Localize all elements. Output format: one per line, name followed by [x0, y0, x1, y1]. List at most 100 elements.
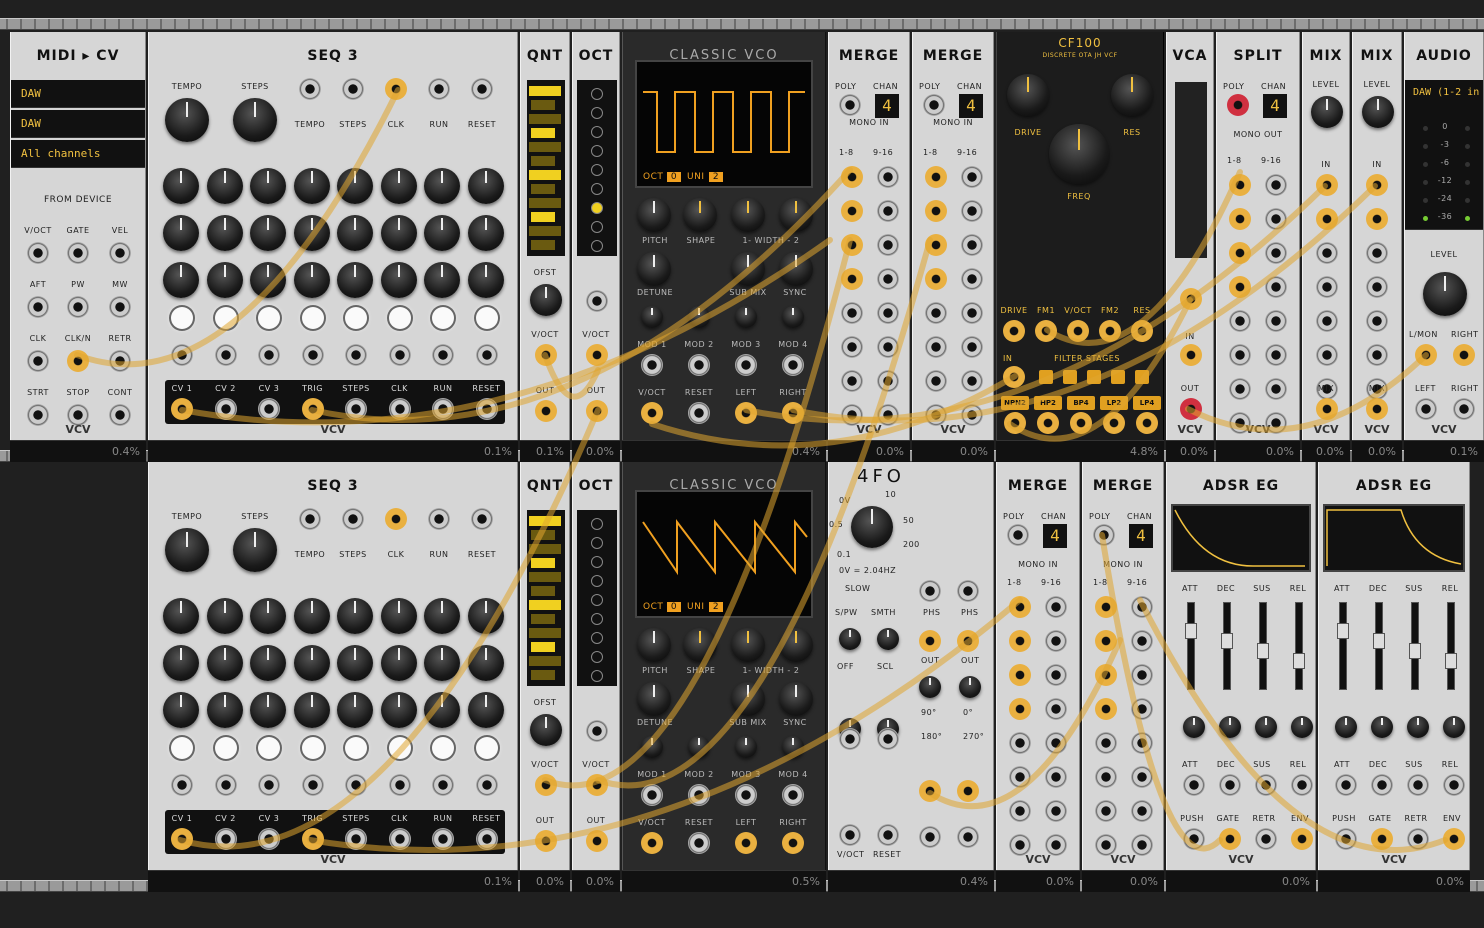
offset-knob[interactable]	[530, 284, 562, 316]
tempo-knob[interactable]	[165, 98, 209, 142]
qnt-keyboard[interactable]	[527, 80, 565, 256]
step-knob[interactable]	[424, 692, 460, 728]
mono-jack[interactable]	[961, 336, 983, 358]
mono-jack[interactable]	[841, 166, 863, 188]
mix-out-jack[interactable]	[1366, 398, 1388, 420]
out-jack[interactable]	[957, 780, 979, 802]
spw-jack[interactable]	[839, 728, 861, 750]
mono-jack[interactable]	[1045, 664, 1067, 686]
mono-jack[interactable]	[1009, 766, 1031, 788]
mono-jack[interactable]	[1131, 664, 1153, 686]
frequency-knob[interactable]	[851, 506, 893, 548]
freq-knob[interactable]	[1049, 124, 1109, 184]
phase-knob[interactable]	[959, 676, 981, 698]
qnt-key[interactable]	[531, 212, 555, 222]
midi-channel[interactable]: All channels	[11, 140, 145, 168]
param-jack[interactable]	[1219, 774, 1241, 796]
steps-knob[interactable]	[233, 528, 277, 572]
qnt-key[interactable]	[529, 628, 561, 638]
mono-jack[interactable]	[1045, 766, 1067, 788]
port-jack[interactable]	[27, 350, 49, 372]
step-out-jack[interactable]	[432, 344, 454, 366]
mod-knob[interactable]	[688, 736, 710, 758]
mono-jack[interactable]	[1131, 596, 1153, 618]
jack-clk[interactable]	[385, 508, 407, 530]
level-knob[interactable]	[1423, 272, 1467, 316]
smth-jack[interactable]	[877, 728, 899, 750]
cv-jack[interactable]	[1035, 320, 1057, 342]
vco-knob[interactable]	[683, 628, 717, 662]
steps-knob[interactable]	[233, 98, 277, 142]
out-jack[interactable]	[919, 630, 941, 652]
param-slider[interactable]	[1257, 602, 1269, 690]
port-jack[interactable]	[67, 350, 89, 372]
out-jack[interactable]	[1070, 412, 1092, 434]
jack-run[interactable]	[428, 78, 450, 100]
mono-jack[interactable]	[1009, 596, 1031, 618]
mono-jack[interactable]	[841, 336, 863, 358]
bottom-jack[interactable]	[1291, 828, 1313, 850]
bottom-jack[interactable]	[688, 832, 710, 854]
res-knob[interactable]	[1111, 74, 1153, 116]
mono-jack[interactable]	[1009, 698, 1031, 720]
param-jack[interactable]	[1255, 774, 1277, 796]
step-knob[interactable]	[337, 645, 373, 681]
vco-knob2[interactable]	[731, 252, 765, 286]
step-gate-button[interactable]	[171, 737, 193, 759]
step-knob[interactable]	[293, 598, 330, 634]
step-knob[interactable]	[250, 692, 286, 728]
chan-display[interactable]: 4	[959, 94, 983, 118]
mono-jack[interactable]	[925, 200, 947, 222]
step-knob[interactable]	[206, 692, 243, 728]
cv-jack[interactable]	[1067, 320, 1089, 342]
bottom-jack[interactable]	[1183, 828, 1205, 850]
slider-handle[interactable]	[1373, 633, 1385, 649]
bottom-jack[interactable]	[688, 402, 710, 424]
step-knob[interactable]	[163, 598, 199, 634]
jack-steps[interactable]	[342, 78, 364, 100]
step-out-jack[interactable]	[258, 344, 280, 366]
step-knob[interactable]	[293, 692, 330, 728]
mono-jack[interactable]	[1045, 800, 1067, 822]
param-jack[interactable]	[1335, 774, 1357, 796]
port-jack[interactable]	[109, 242, 131, 264]
bottom-jack[interactable]	[782, 402, 804, 424]
poly-jack[interactable]	[1227, 94, 1249, 116]
qnt-key[interactable]	[529, 516, 561, 526]
mono-jack[interactable]	[1131, 800, 1153, 822]
step-gate-button[interactable]	[475, 737, 498, 759]
step-gate-button[interactable]	[388, 307, 411, 329]
smth-knob[interactable]	[877, 628, 899, 650]
mono-jack[interactable]	[877, 200, 899, 222]
bottom-jack[interactable]	[1335, 828, 1357, 850]
bottom-jack[interactable]	[735, 832, 757, 854]
mod-jack[interactable]	[688, 784, 710, 806]
bottom-jack[interactable]	[641, 832, 663, 854]
step-knob[interactable]	[380, 215, 417, 251]
mono-jack[interactable]	[961, 302, 983, 324]
step-knob[interactable]	[206, 262, 243, 298]
mono-jack[interactable]	[925, 234, 947, 256]
mono-jack[interactable]	[1095, 630, 1117, 652]
mix-in-jack[interactable]	[1316, 310, 1338, 332]
out-jack[interactable]	[432, 398, 454, 420]
mono-jack[interactable]	[1131, 630, 1153, 652]
mono-jack[interactable]	[841, 200, 863, 222]
step-knob[interactable]	[337, 262, 373, 298]
step-gate-button[interactable]	[388, 737, 411, 759]
mono-jack[interactable]	[1095, 800, 1117, 822]
tempo-knob[interactable]	[165, 528, 209, 572]
step-knob[interactable]	[467, 692, 504, 728]
step-out-jack[interactable]	[475, 344, 498, 366]
step-out-jack[interactable]	[432, 774, 454, 796]
mono-jack[interactable]	[1229, 174, 1251, 196]
step-knob[interactable]	[467, 168, 504, 204]
step-out-jack[interactable]	[475, 774, 498, 796]
qnt-key[interactable]	[531, 586, 555, 596]
jack-tempo[interactable]	[299, 508, 321, 530]
vco-knob[interactable]	[731, 628, 765, 662]
vca-in-jack[interactable]	[1180, 344, 1202, 366]
step-gate-button[interactable]	[301, 307, 324, 329]
port-jack[interactable]	[67, 296, 89, 318]
vin-jack[interactable]	[535, 774, 557, 796]
